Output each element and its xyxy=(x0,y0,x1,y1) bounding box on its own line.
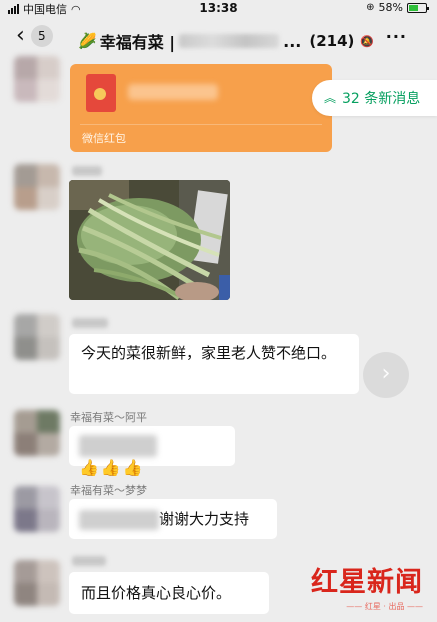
rotation-lock-icon: ⊕ xyxy=(366,2,375,13)
message-text: 谢谢大力支持 xyxy=(159,510,250,528)
sender-name: 幸福有菜～梦梦 xyxy=(70,484,147,497)
redacted-sender-name xyxy=(72,556,106,566)
message-bubble[interactable]: 👍 👍 👍 xyxy=(69,426,235,477)
group-name: 幸福有菜 | xyxy=(99,33,176,52)
more-options-button[interactable]: ··· xyxy=(386,27,407,46)
red-packet-divider xyxy=(80,124,322,125)
message-text: 今天的菜很新鲜，家里老人赞不绝口。 xyxy=(81,344,337,362)
new-messages-button[interactable]: ︽ 32 条新消息 xyxy=(312,80,437,116)
chevron-right-icon: › xyxy=(381,361,391,386)
title-ellipsis: ... xyxy=(283,31,302,51)
avatar[interactable] xyxy=(14,314,60,360)
chat-title: 🌽 幸福有菜 | ... (214) 🔕 xyxy=(78,29,374,53)
message-text: 而且价格真心良心价。 xyxy=(81,584,232,602)
watermark-subtitle: —— 红星 · 出品 —— xyxy=(346,602,423,611)
vegetable-photo[interactable] xyxy=(69,180,230,300)
chat-nav-bar: ‹ 5 🌽 幸福有菜 | ... (214) 🔕 ··· xyxy=(0,17,437,61)
message-bubble[interactable]: 谢谢大力支持 xyxy=(69,499,277,539)
message-bubble[interactable]: 而且价格真心良心价。 xyxy=(69,572,269,614)
red-packet-message[interactable]: 微信红包 xyxy=(70,64,332,152)
avatar[interactable] xyxy=(14,164,60,210)
redacted-text xyxy=(79,509,159,530)
avatar[interactable] xyxy=(14,410,60,456)
redacted-title xyxy=(179,34,280,48)
corn-icon: 🌽 xyxy=(78,32,97,50)
back-button[interactable]: ‹ 5 xyxy=(16,25,53,47)
chevron-left-icon: ‹ xyxy=(16,23,25,48)
status-bar: 中国电信 ◠ 13:38 ⊕ 58% xyxy=(0,0,437,16)
mute-bell-icon: 🔕 xyxy=(360,34,375,48)
thumbs-up-icon: 👍 xyxy=(79,458,99,477)
avatar[interactable] xyxy=(14,56,60,102)
redacted-sender-name xyxy=(72,318,108,328)
member-count: (214) xyxy=(309,32,355,50)
redacted-sender-name xyxy=(72,166,102,176)
battery-icon xyxy=(407,2,429,13)
red-packet-label: 微信红包 xyxy=(82,132,126,145)
status-right: ⊕ 58% xyxy=(366,1,429,14)
unread-badge: 5 xyxy=(30,25,53,47)
avatar[interactable] xyxy=(14,560,60,606)
battery-percent: 58% xyxy=(378,1,403,14)
thumbs-up-icon: 👍 xyxy=(100,458,121,477)
thumbs-up-icon: 👍 xyxy=(122,458,143,477)
redacted-text xyxy=(79,434,157,457)
redacted-packet-text xyxy=(128,84,218,100)
message-bubble[interactable]: 今天的菜很新鲜，家里老人赞不绝口。 xyxy=(69,334,359,394)
thumbs-up-row: 👍 👍 👍 xyxy=(79,457,143,479)
watermark-title: 红星新闻 xyxy=(311,567,423,598)
red-star-news-watermark: 红星新闻 —— 红星 · 出品 —— xyxy=(311,560,423,612)
red-packet-icon xyxy=(86,74,116,112)
sender-name: 幸福有菜～阿平 xyxy=(70,411,147,424)
battery-fill xyxy=(409,4,419,11)
new-messages-label: 32 条新消息 xyxy=(342,91,421,107)
photo-image xyxy=(69,180,230,300)
double-chevron-up-icon: ︽ xyxy=(324,91,337,105)
forward-button[interactable]: › xyxy=(363,352,409,398)
avatar[interactable] xyxy=(14,486,60,532)
